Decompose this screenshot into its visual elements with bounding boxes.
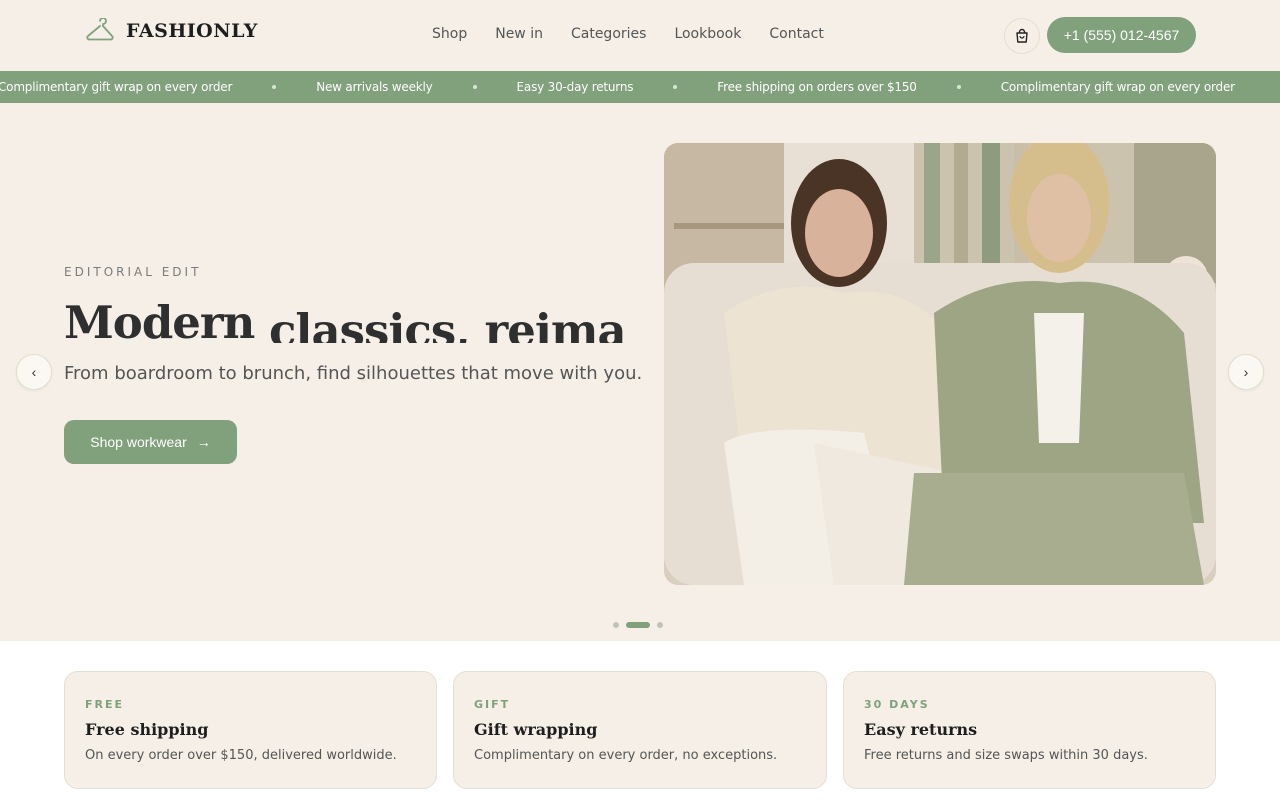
- hero-photo-illustration: [664, 143, 1216, 585]
- marquee-item: New arrivals weekly: [316, 80, 433, 94]
- feature-title: Gift wrapping: [474, 720, 598, 739]
- feature-card-gift: GIFT Gift wrapping Complimentary on ever…: [453, 671, 827, 789]
- nav-shop[interactable]: Shop: [432, 26, 467, 42]
- hero-eyebrow: EDITORIAL EDIT: [64, 265, 202, 279]
- carousel-dots: [613, 622, 663, 628]
- cart-button[interactable]: [1004, 18, 1040, 54]
- marquee-track: Complimentary gift wrap on every order N…: [0, 71, 1235, 103]
- feature-tag: 30 DAYS: [864, 698, 930, 711]
- shop-workwear-button[interactable]: Shop workwear →: [64, 420, 237, 464]
- separator-dot: [956, 85, 961, 89]
- marquee-item: Complimentary gift wrap on every order: [1000, 80, 1235, 94]
- feature-card-returns: 30 DAYS Easy returns Free returns and si…: [843, 671, 1216, 789]
- feature-title: Easy returns: [864, 720, 978, 739]
- logo[interactable]: FASHIONLY: [86, 18, 258, 44]
- separator-dot: [472, 85, 477, 89]
- feature-tag: FREE: [85, 698, 125, 711]
- brand-name: FASHIONLY: [126, 20, 258, 42]
- feature-desc: Complimentary on every order, no excepti…: [474, 748, 778, 763]
- feature-title: Free shipping: [85, 720, 209, 739]
- carousel-prev-button[interactable]: ‹: [16, 354, 52, 390]
- hero-title-part1: Modern: [64, 296, 270, 343]
- shopping-bag-icon: [1016, 28, 1028, 43]
- separator-dot: [272, 85, 277, 89]
- site-header: FASHIONLY Shop New in Categories Lookboo…: [0, 0, 1280, 71]
- chevron-right-icon: ›: [1243, 364, 1249, 380]
- chevron-left-icon: ‹: [31, 364, 37, 380]
- marquee-item: Free shipping on orders over $150: [717, 80, 917, 94]
- nav-contact[interactable]: Contact: [769, 26, 823, 42]
- carousel-dot-3[interactable]: [657, 622, 663, 628]
- carousel-next-button[interactable]: ›: [1228, 354, 1264, 390]
- main-nav: Shop New in Categories Lookbook Contact: [432, 26, 824, 42]
- hero-title: Modern classics, reimagined: [64, 293, 624, 343]
- nav-categories[interactable]: Categories: [571, 26, 646, 42]
- phone-button[interactable]: +1 (555) 012-4567: [1047, 17, 1196, 53]
- announcement-bar: Complimentary gift wrap on every order N…: [0, 71, 1280, 103]
- carousel-dot-1[interactable]: [613, 622, 619, 628]
- separator-dot: [673, 85, 678, 89]
- nav-new-in[interactable]: New in: [495, 26, 543, 42]
- arrow-right-icon: →: [196, 434, 211, 450]
- feature-desc: Free returns and size swaps within 30 da…: [864, 748, 1148, 763]
- marquee-item: Complimentary gift wrap on every order: [0, 80, 233, 94]
- feature-desc: On every order over $150, delivered worl…: [85, 748, 397, 763]
- feature-tag: GIFT: [474, 698, 511, 711]
- hanger-icon: [86, 18, 114, 41]
- hero-image: [664, 143, 1216, 585]
- cta-label: Shop workwear: [90, 434, 187, 450]
- hero-title-part2: classics, reimagined: [269, 304, 624, 343]
- carousel-dot-2[interactable]: [626, 622, 650, 628]
- hero-subtitle: From boardroom to brunch, find silhouett…: [64, 363, 643, 384]
- feature-card-shipping: FREE Free shipping On every order over $…: [64, 671, 437, 789]
- hero-carousel: EDITORIAL EDIT Modern classics, reimagin…: [0, 103, 1280, 641]
- marquee-item: Easy 30-day returns: [516, 80, 634, 94]
- nav-lookbook[interactable]: Lookbook: [674, 26, 741, 42]
